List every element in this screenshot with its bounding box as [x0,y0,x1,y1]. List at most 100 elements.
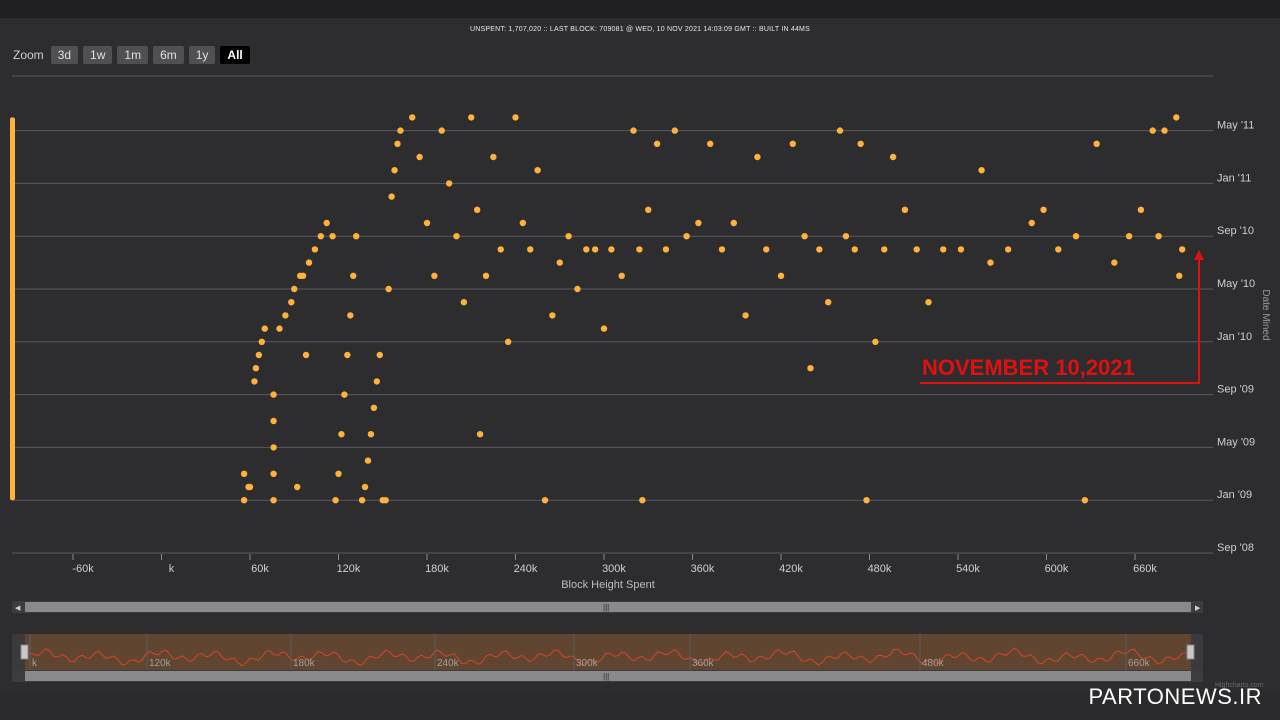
data-point [347,312,354,319]
navigator-tick-label: 360k [692,658,715,669]
data-point [754,153,761,161]
y-tick-label: Jan '09 [1217,489,1252,501]
x-tick-label: 240k [514,563,538,575]
data-point [385,285,392,293]
data-point [591,246,599,253]
annotation-callout: NOVEMBER 10,2021 [920,250,1204,384]
x-tick-label: k [169,563,175,575]
data-point [881,246,888,253]
data-point [707,140,714,147]
data-point [1072,233,1080,240]
data-point [825,299,832,306]
data-point [416,153,423,161]
data-point [388,193,395,200]
scrollbar-grip-icon[interactable]: ||| [603,603,609,612]
data-point [302,351,310,359]
data-point [270,444,277,451]
data-point [925,299,932,306]
data-point [1028,219,1035,227]
data-point [863,497,870,504]
data-point [730,219,737,227]
data-point [901,206,909,213]
horizontal-scrollbar[interactable]: ◀ ▶ ||| [12,601,1203,613]
x-tick-label: 180k [425,563,449,575]
data-point [255,351,263,359]
scroll-left-icon[interactable]: ◀ [15,605,21,612]
data-point [276,325,283,332]
data-point [350,272,357,279]
y-tick-label: Jan '11 [1217,172,1251,184]
y-axis-title: Date Mined [1260,289,1271,340]
data-point [391,167,398,174]
data-point [504,338,512,345]
data-point [978,167,985,174]
data-point [777,272,785,279]
annotation-arrowhead [1194,250,1204,260]
data-point [842,233,850,240]
y-tick-label: May '11 [1217,120,1254,132]
y-tick-label: Sep '09 [1217,384,1254,396]
y-tick-label: May '10 [1217,278,1255,290]
data-point [636,246,643,253]
data-point [583,246,590,253]
data-point [1173,114,1180,121]
navigator-left-handle[interactable] [20,644,29,660]
data-point [317,233,324,240]
data-point [258,338,265,345]
data-point [816,246,823,253]
data-point [1137,206,1145,213]
data-point [574,285,581,293]
navigator-selected-range[interactable] [25,634,1191,670]
y-tick-label: Jan '10 [1217,331,1252,343]
data-point [1004,246,1012,253]
data-point [1055,246,1062,253]
navigator[interactable]: k 120k 180k 240k 300k 360k 480k 660k ||| [12,634,1203,682]
data-point [423,219,431,227]
x-tick-label: 660k [1133,563,1157,575]
data-point [431,272,438,279]
data-point [353,233,360,240]
data-point [323,219,330,227]
data-point [556,259,563,266]
data-point [358,497,366,504]
data-point [291,285,298,293]
x-tick-label: 540k [956,563,980,575]
data-point [851,246,858,253]
data-point [305,259,313,266]
navigator-tick-label: 180k [293,658,316,669]
data-point [957,246,965,253]
data-point [270,391,277,398]
y-tick-label: May '09 [1217,436,1255,448]
data-point [445,180,453,187]
data-point [618,272,625,279]
data-point [662,246,670,253]
data-point [240,470,248,477]
data-point [683,233,690,240]
data-point [335,470,342,477]
data-point [1149,127,1156,134]
data-point [519,219,527,227]
data-point [718,246,726,253]
data-point [329,233,336,240]
navigator-grip-icon[interactable]: ||| [603,672,609,681]
x-tick-label: 480k [868,563,892,575]
x-tick-label: 420k [779,563,803,575]
data-point [608,246,615,253]
data-point [261,325,268,332]
data-point [252,365,260,372]
x-tick-label: -60k [72,563,94,575]
x-tick-label: 300k [602,563,626,575]
data-point [476,431,484,438]
data-point [913,246,920,253]
x-tick-label: 360k [691,563,715,575]
grid-lines [12,75,1213,554]
data-point [344,351,351,359]
navigator-tick-label: 120k [149,658,172,669]
y-axis-ticks: Sep '08 Jan '09 May '09 Sep '09 Jan '10 May '… [1217,120,1255,554]
scroll-right-icon[interactable]: ▶ [1195,605,1201,612]
navigator-right-handle[interactable] [1186,644,1195,660]
data-point [600,325,608,332]
scatter-chart: Sep '08 Jan '09 May '09 Sep '09 Jan '10 May '… [10,75,1271,682]
data-point [270,417,277,425]
x-tick-label: 60k [251,563,269,575]
